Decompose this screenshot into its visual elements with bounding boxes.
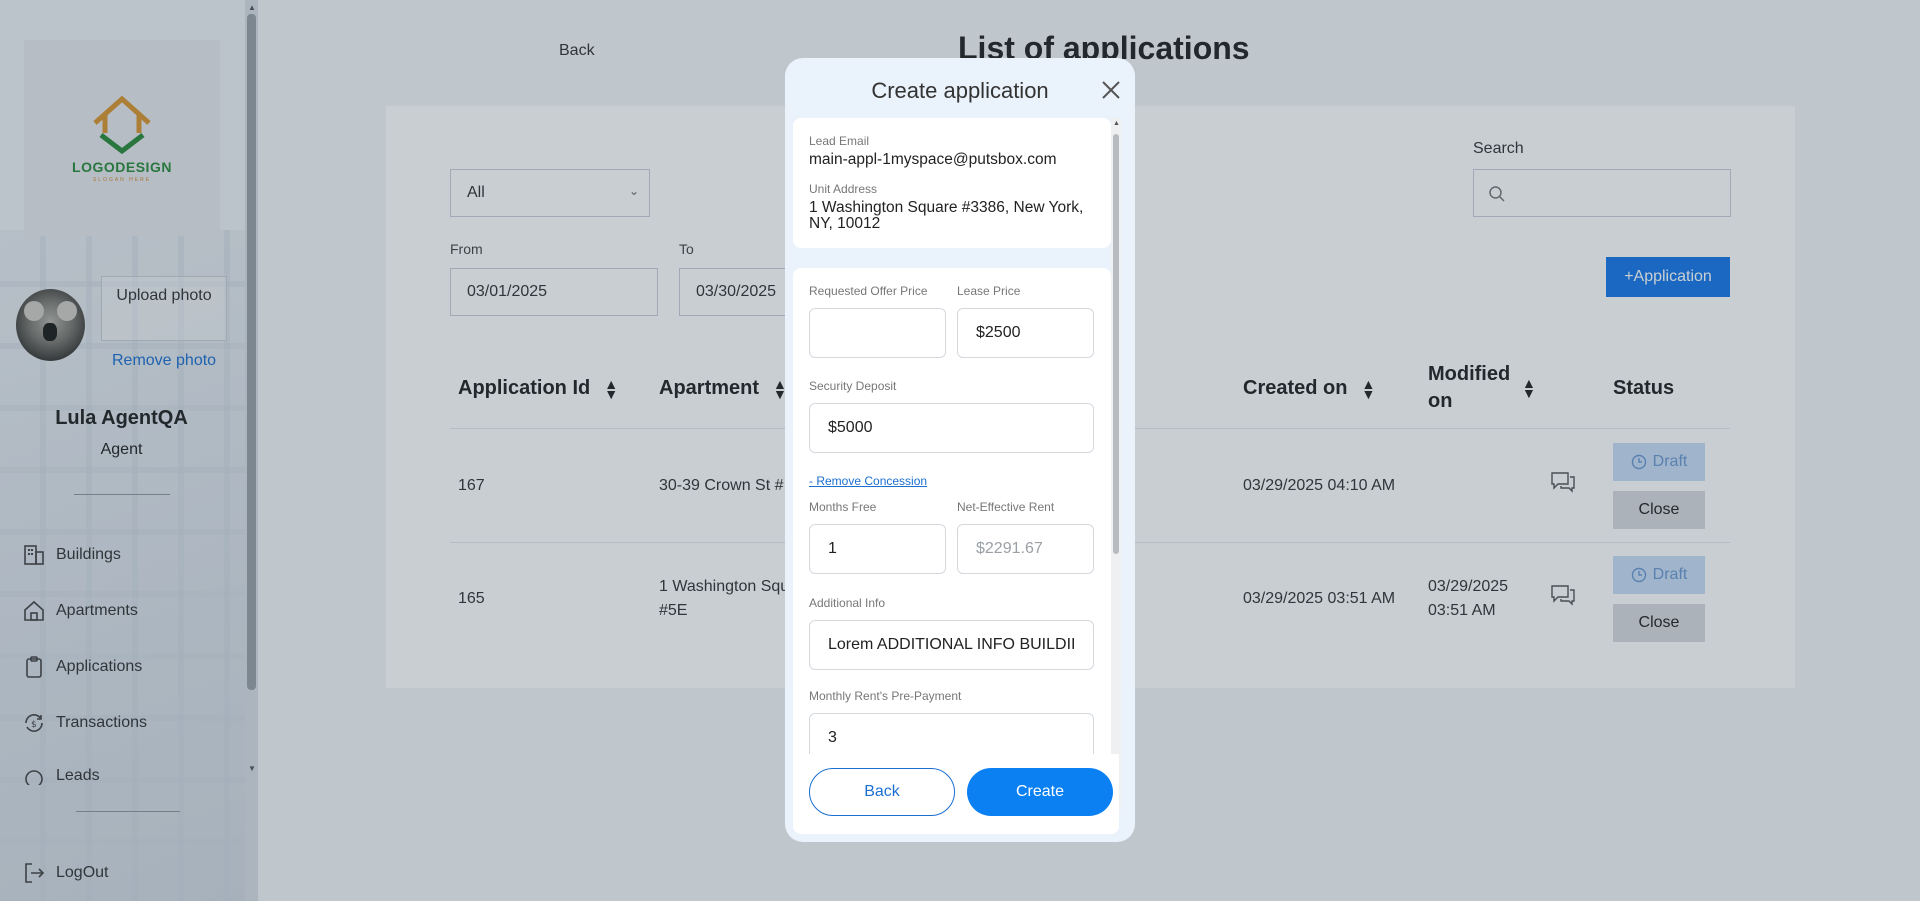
- unit-address-label: Unit Address: [809, 182, 878, 196]
- remove-concession-link[interactable]: - Remove Concession: [809, 474, 927, 488]
- additional-info-input[interactable]: Lorem ADDITIONAL INFO BUILDII: [809, 620, 1094, 670]
- security-deposit-input[interactable]: $5000: [809, 403, 1094, 453]
- additional-info-label: Additional Info: [809, 596, 886, 610]
- modal-form-scroll[interactable]: Lead Email main-appl-1myspace@putsbox.co…: [793, 118, 1119, 812]
- lead-email-label: Lead Email: [809, 134, 870, 148]
- months-free-input[interactable]: 1: [809, 524, 946, 574]
- back-button[interactable]: Back: [809, 768, 955, 816]
- lead-info-card: Lead Email main-appl-1myspace@putsbox.co…: [793, 118, 1111, 248]
- months-free-label: Months Free: [809, 500, 877, 514]
- lease-price-label: Lease Price: [957, 284, 1021, 298]
- modal-scrollbar[interactable]: ▲: [1111, 118, 1121, 812]
- lead-email-value: main-appl-1myspace@putsbox.com: [809, 151, 1057, 168]
- requested-offer-label: Requested Offer Price: [809, 284, 928, 298]
- net-effective-rent-input[interactable]: $2291.67: [957, 524, 1094, 574]
- net-effective-rent-label: Net-Effective Rent: [957, 500, 1055, 514]
- modal-title: Create application: [871, 78, 1049, 103]
- close-icon[interactable]: [1099, 78, 1123, 102]
- prepayment-label: Monthly Rent's Pre-Payment: [809, 689, 962, 703]
- create-button[interactable]: Create: [967, 768, 1113, 816]
- create-application-modal: Create application Lead Email main-appl-…: [785, 58, 1135, 842]
- application-form-card: Requested Offer Price Lease Price $2500 …: [793, 268, 1111, 812]
- requested-offer-input[interactable]: [809, 308, 946, 358]
- lease-price-input[interactable]: $2500: [957, 308, 1094, 358]
- modal-footer: Back Create: [793, 754, 1119, 834]
- unit-address-value: 1 Washington Square #3386, New York, NY,…: [809, 199, 1084, 232]
- security-deposit-label: Security Deposit: [809, 379, 897, 393]
